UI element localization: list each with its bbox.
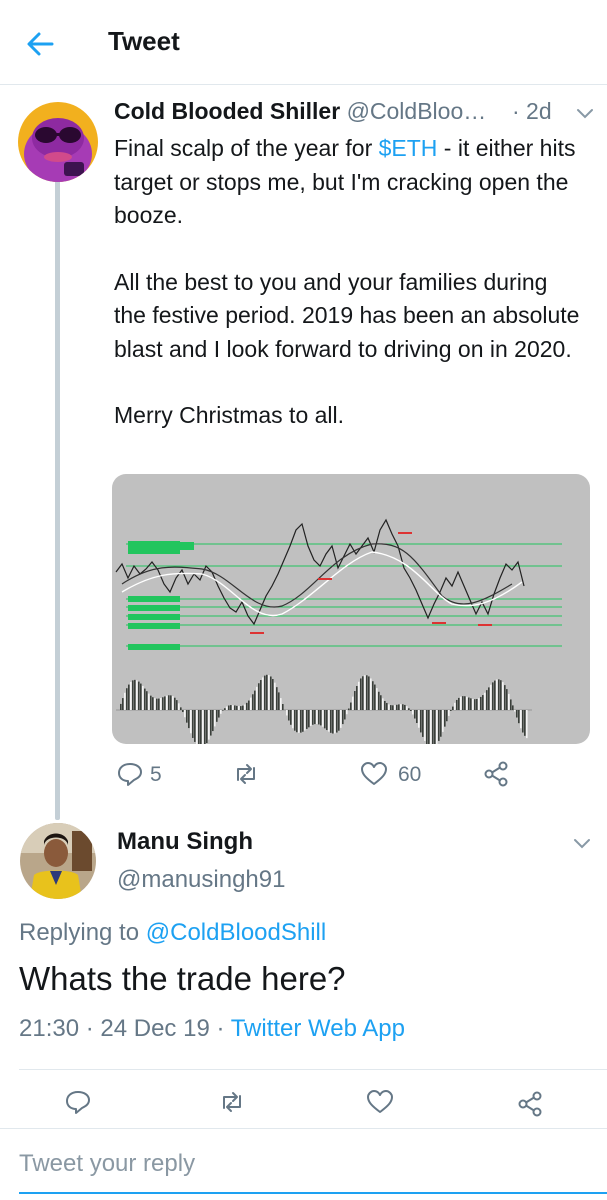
thread-connector	[55, 180, 60, 820]
tweet-paragraph-3: Merry Christmas to all.	[114, 402, 345, 428]
avatar[interactable]	[18, 102, 98, 182]
heart-icon[interactable]	[360, 760, 388, 788]
reply-icon[interactable]	[64, 1088, 92, 1116]
reply-count: 5	[150, 763, 162, 786]
user-photo-avatar-icon	[20, 823, 96, 899]
top-bar: Tweet	[0, 0, 607, 85]
reply-actions	[64, 1088, 554, 1120]
replying-to-handle-link[interactable]: @ColdBloodShill	[146, 919, 326, 946]
reply-author-handle[interactable]: @manusingh91	[117, 866, 285, 894]
reply-input-placeholder[interactable]: Tweet your reply	[19, 1150, 195, 1178]
tweet-chart-image[interactable]	[112, 474, 590, 744]
share-icon[interactable]	[516, 1090, 544, 1118]
back-arrow-icon[interactable]	[22, 26, 58, 62]
author-name[interactable]: Cold Blooded Shiller @ColdBloo…	[114, 98, 486, 125]
source-app-link[interactable]: Twitter Web App	[231, 1015, 405, 1042]
reply-timestamp: 21:30 · 24 Dec 19 · Twitter Web App	[19, 1015, 405, 1042]
tweet-age: · 2d	[512, 98, 552, 124]
price-chart-picture	[115, 518, 562, 744]
avatar[interactable]	[20, 823, 96, 899]
display-name: Cold Blooded Shiller	[114, 98, 341, 124]
tweet-paragraph-2: All the best to you and your families du…	[114, 268, 580, 362]
chevron-down-icon[interactable]	[573, 838, 591, 850]
reply-text: Whats the trade here?	[19, 960, 346, 997]
tweet-actions: 5 60	[116, 760, 516, 790]
cashtag-link[interactable]: $ETH	[379, 135, 438, 161]
chevron-down-icon[interactable]	[576, 108, 594, 120]
reply-composer[interactable]: Tweet your reply	[0, 1128, 607, 1200]
reply-icon[interactable]	[116, 760, 144, 788]
author-handle: @ColdBloo…	[346, 98, 487, 124]
like-count: 60	[398, 763, 422, 786]
tweet-paragraph-1: Final scalp of the year for $ETH - it ei…	[114, 135, 576, 228]
input-underline	[19, 1192, 607, 1194]
retweet-icon[interactable]	[218, 1088, 246, 1116]
heart-icon[interactable]	[366, 1088, 394, 1116]
replying-to-line: Replying to @ColdBloodShill	[19, 919, 327, 946]
reply-author-name[interactable]: Manu Singh	[117, 828, 253, 856]
page-title: Tweet	[108, 26, 180, 56]
retweet-icon[interactable]	[232, 760, 260, 788]
share-icon[interactable]	[482, 760, 510, 788]
frog-avatar-icon	[18, 102, 98, 182]
divider	[19, 1069, 607, 1070]
tweet-body: Final scalp of the year for $ETH - it ei…	[114, 132, 584, 433]
